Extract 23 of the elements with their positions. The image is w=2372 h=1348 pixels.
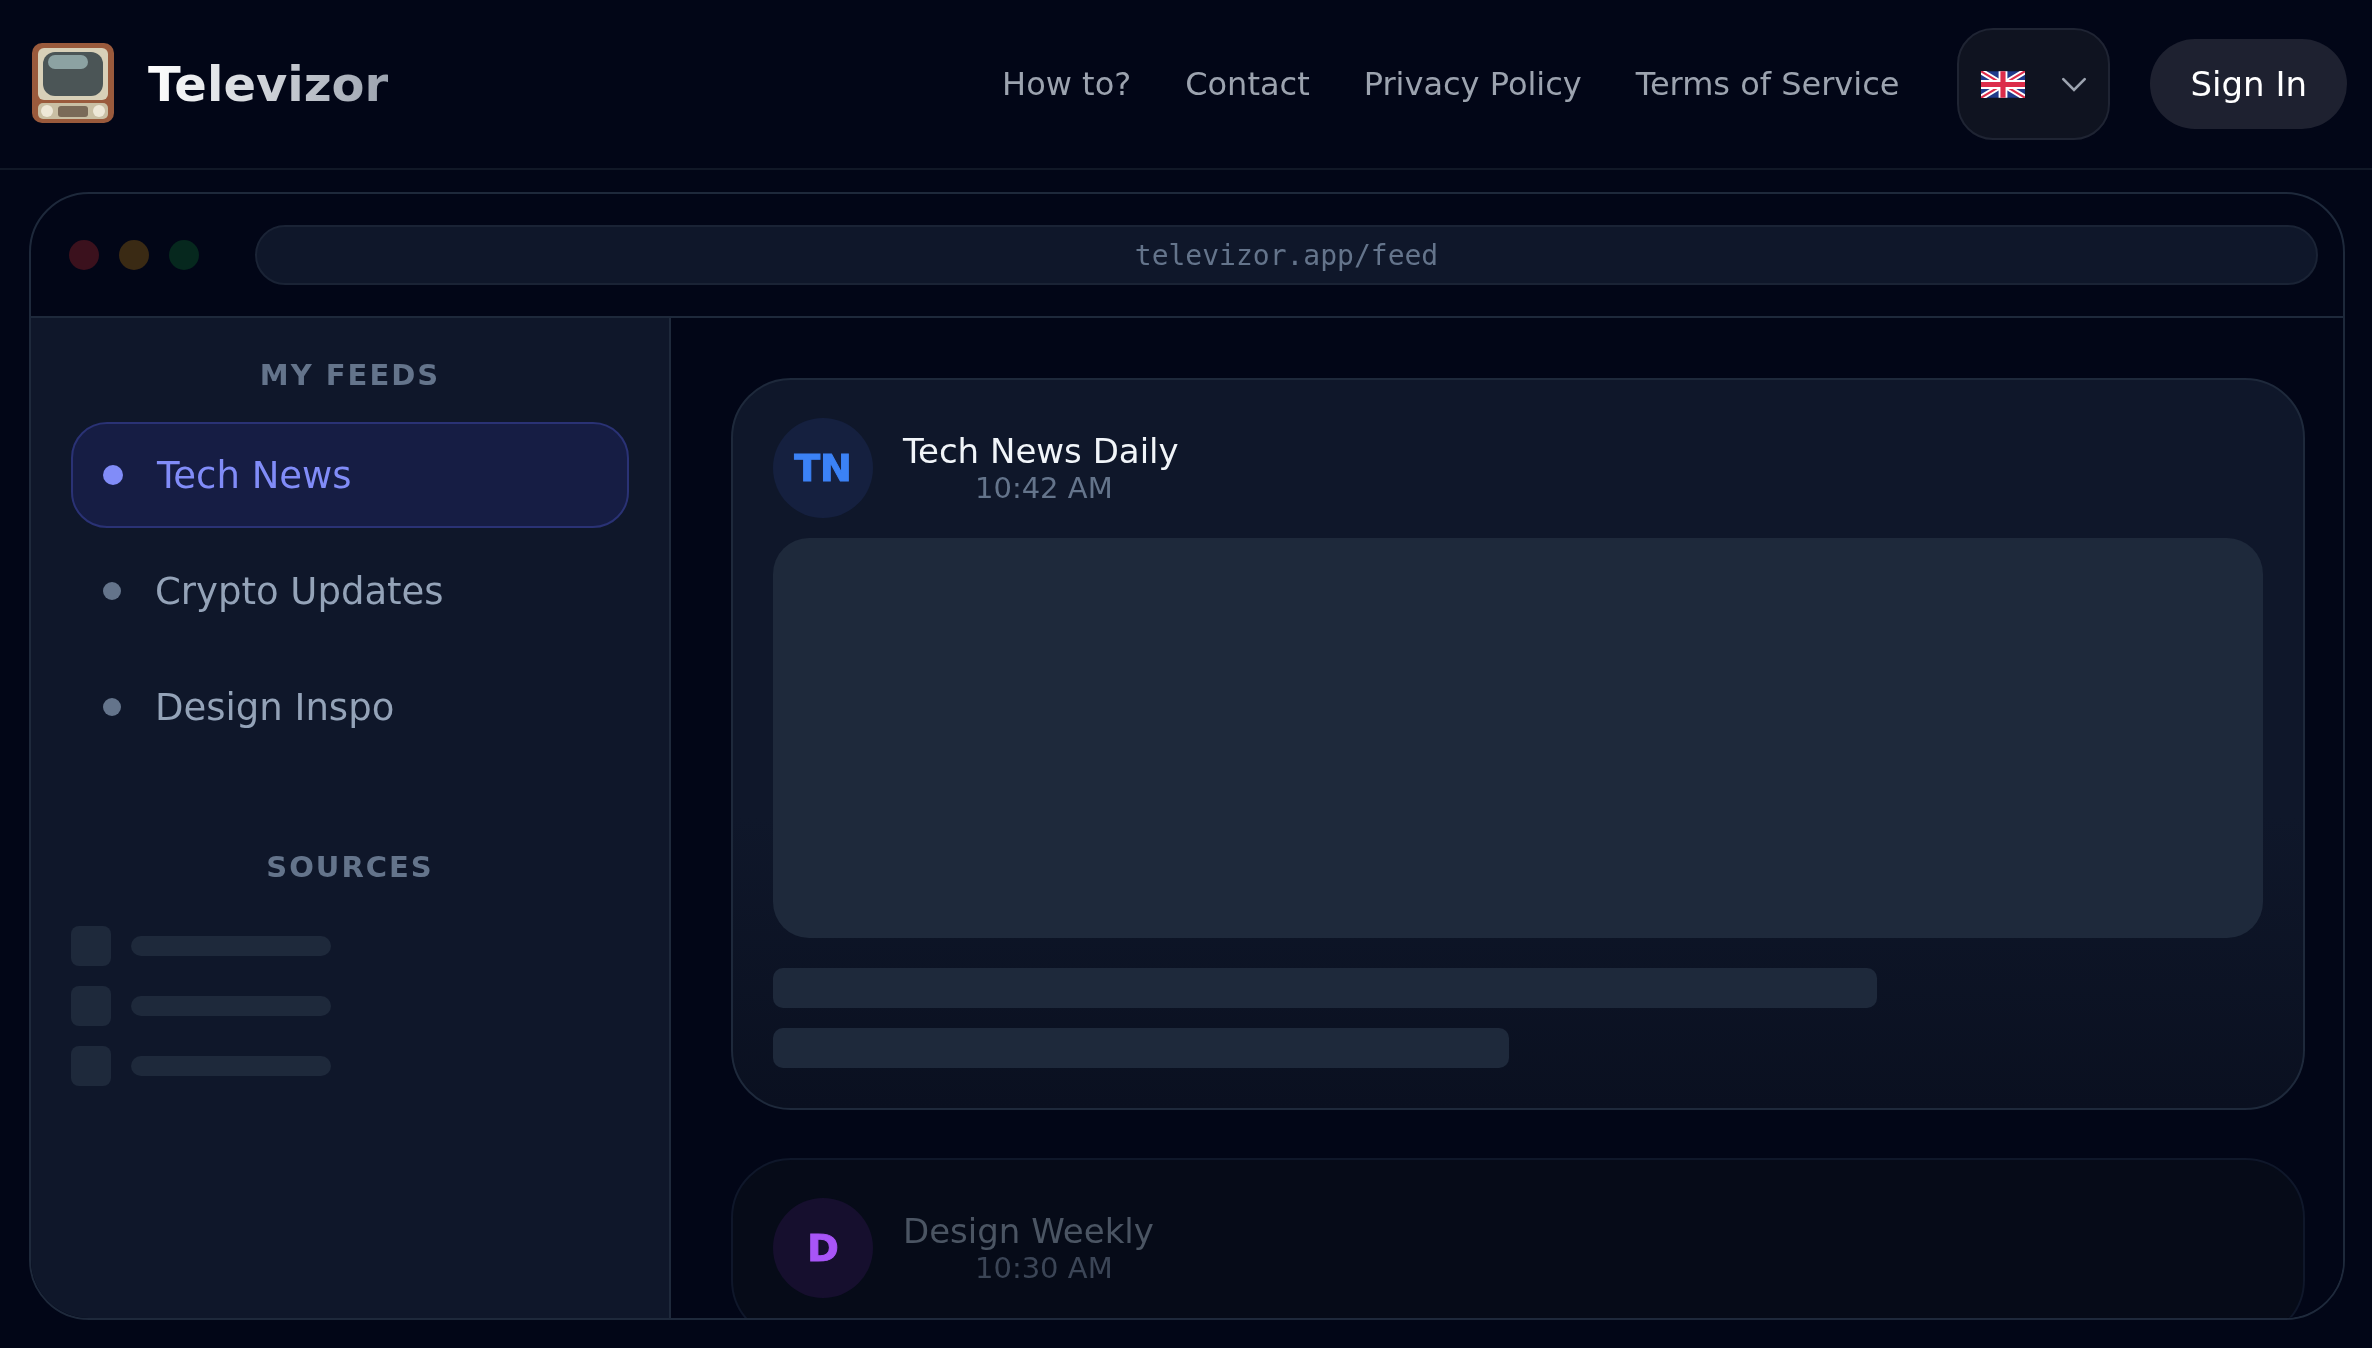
nav-link[interactable]: How to?: [1002, 65, 1132, 103]
feed-item[interactable]: Design Inspo: [71, 654, 629, 760]
post-time: 10:30 AM: [975, 1251, 1113, 1285]
avatar: TN: [773, 418, 873, 518]
post-time: 10:42 AM: [975, 471, 1113, 505]
close-dot: [69, 240, 99, 270]
sign-in-button[interactable]: Sign In: [2150, 39, 2347, 129]
language-selector[interactable]: [1957, 28, 2111, 140]
feed-item[interactable]: Crypto Updates: [71, 538, 629, 644]
nav-link[interactable]: Contact: [1185, 65, 1310, 103]
minimize-dot: [119, 240, 149, 270]
chevron-down-icon: [2060, 76, 2087, 92]
address-bar[interactable]: televizor.app/feed: [255, 225, 2318, 285]
nav-link[interactable]: Privacy Policy: [1363, 65, 1582, 103]
maximize-dot: [169, 240, 199, 270]
source-name: Tech News Daily: [903, 431, 1179, 471]
feed-item[interactable]: Tech News: [71, 422, 629, 528]
source-name: Design Weekly: [903, 1211, 1154, 1251]
nav-link[interactable]: Terms of Service: [1635, 65, 1900, 103]
section-heading: MY FEEDS: [258, 358, 442, 392]
avatar: D: [773, 1198, 873, 1298]
flag-icon: [1980, 70, 2025, 98]
section-heading: SOURCES: [265, 850, 435, 884]
